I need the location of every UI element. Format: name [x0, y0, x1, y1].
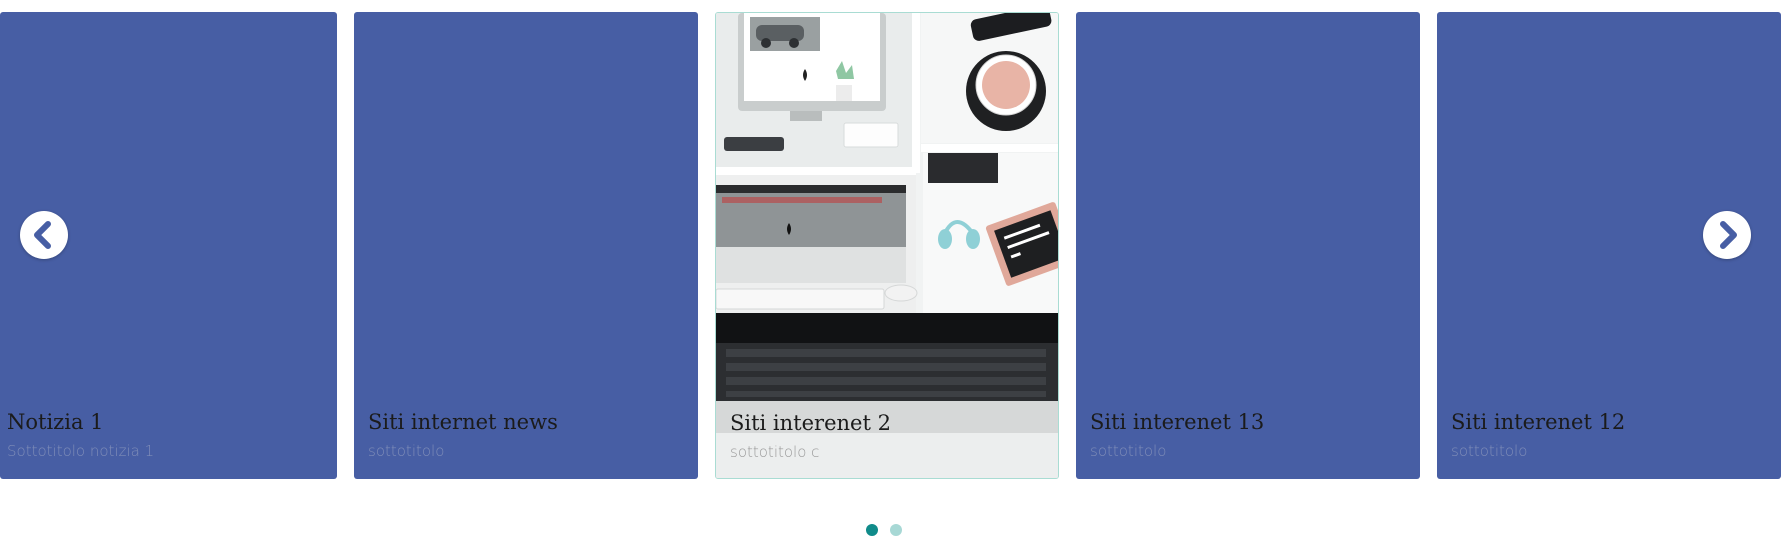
carousel-card-4[interactable]: Siti interenet 13 sottotitolo — [1076, 12, 1420, 479]
card-title: Siti internet news — [368, 410, 558, 434]
card-title: Siti interenet 13 — [1090, 410, 1265, 434]
card-subtitle: sottotitolo c — [730, 443, 820, 461]
chevron-right-icon — [1720, 221, 1737, 249]
carousel-prev-button[interactable] — [20, 211, 68, 259]
pagination-dot-1[interactable] — [866, 524, 878, 536]
carousel-next-button[interactable] — [1703, 211, 1751, 259]
carousel-card-3[interactable]: Siti interenet 2 sottotitolo c — [715, 12, 1059, 479]
card-subtitle: sottotitolo — [1451, 442, 1528, 460]
carousel-card-2[interactable]: Siti internet news sottotitolo — [354, 12, 698, 479]
card-title: Notizia 1 — [7, 410, 104, 434]
card-subtitle: sottotitolo — [1090, 442, 1167, 460]
card-subtitle: sottotitolo — [368, 442, 445, 460]
news-carousel: Notizia 1 Sottotitolo notizia 1 Siti int… — [0, 0, 1788, 544]
desk-workspace-photo — [716, 13, 1058, 478]
card-title: Siti interenet 12 — [1451, 410, 1626, 434]
card-subtitle: Sottotitolo notizia 1 — [7, 442, 155, 460]
card-title: Siti interenet 2 — [730, 411, 891, 435]
pagination-dot-2[interactable] — [890, 524, 902, 536]
chevron-left-icon — [34, 221, 51, 249]
